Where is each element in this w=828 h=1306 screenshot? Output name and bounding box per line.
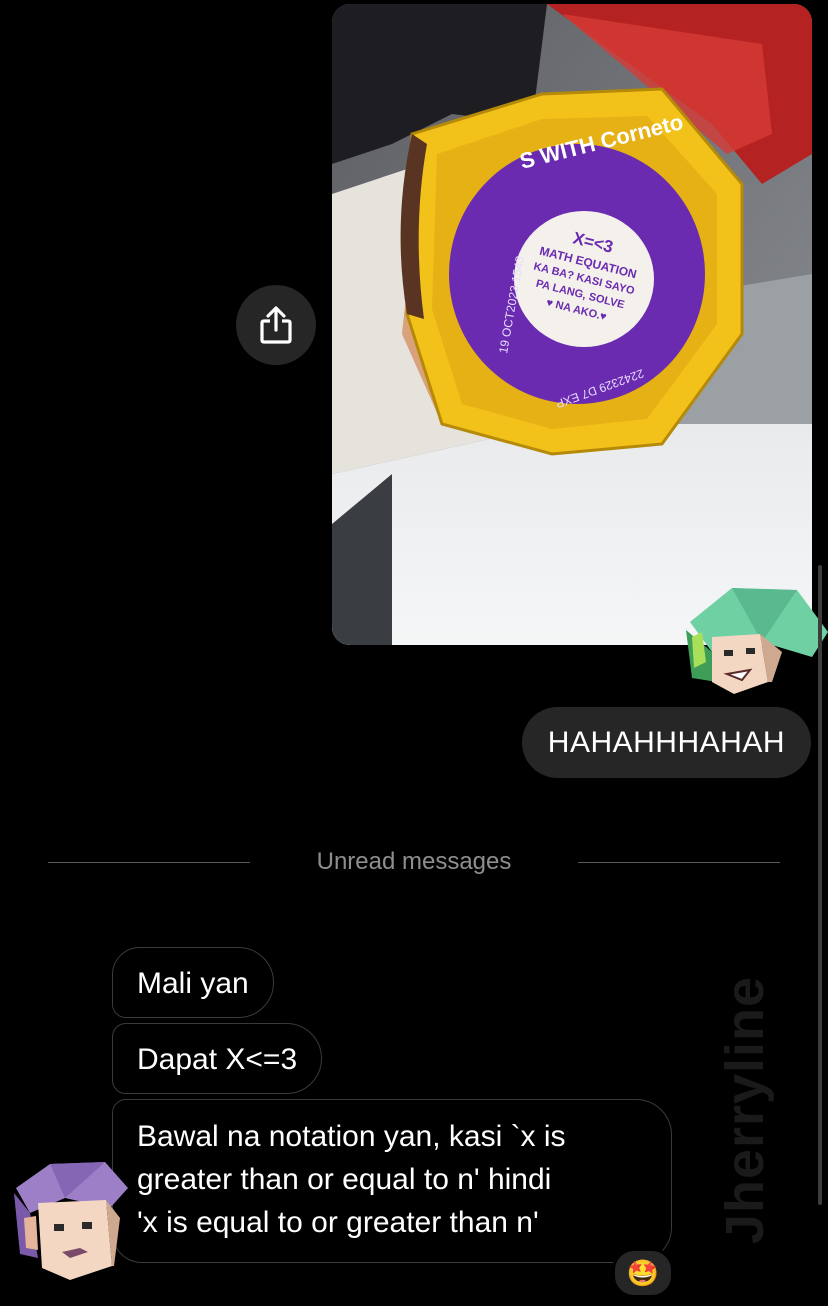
share-button[interactable] xyxy=(236,285,316,365)
message-line: Bawal na notation yan, kasi `x is xyxy=(137,1120,566,1153)
watermark: Jherryline xyxy=(690,940,800,1280)
incoming-message-3[interactable]: Bawal na notation yan, kasi `x is greate… xyxy=(112,1099,672,1263)
star-struck-emoji-icon: 🤩 xyxy=(626,1257,660,1288)
message-line: greater than or equal to n' hindi xyxy=(137,1163,552,1196)
share-icon xyxy=(260,306,292,344)
scrollbar[interactable] xyxy=(818,565,822,1205)
message-reaction[interactable]: 🤩 xyxy=(612,1248,674,1298)
shared-photo[interactable]: S WITH Corneto X=<3 MATH EQUATION KA BA?… xyxy=(332,4,812,645)
outgoing-message[interactable]: HAHAHHHAHAH xyxy=(521,707,811,778)
message-line: 'x is equal to or greater than n' xyxy=(137,1206,539,1239)
photo-illustration: S WITH Corneto X=<3 MATH EQUATION KA BA?… xyxy=(332,4,812,645)
own-avatar[interactable] xyxy=(672,582,828,694)
incoming-message-2[interactable]: Dapat X<=3 xyxy=(112,1023,323,1094)
incoming-message-1[interactable]: Mali yan xyxy=(112,947,274,1018)
divider-right xyxy=(578,862,780,863)
contact-avatar[interactable] xyxy=(10,1158,128,1280)
watermark-text: Jherryline xyxy=(715,975,776,1245)
